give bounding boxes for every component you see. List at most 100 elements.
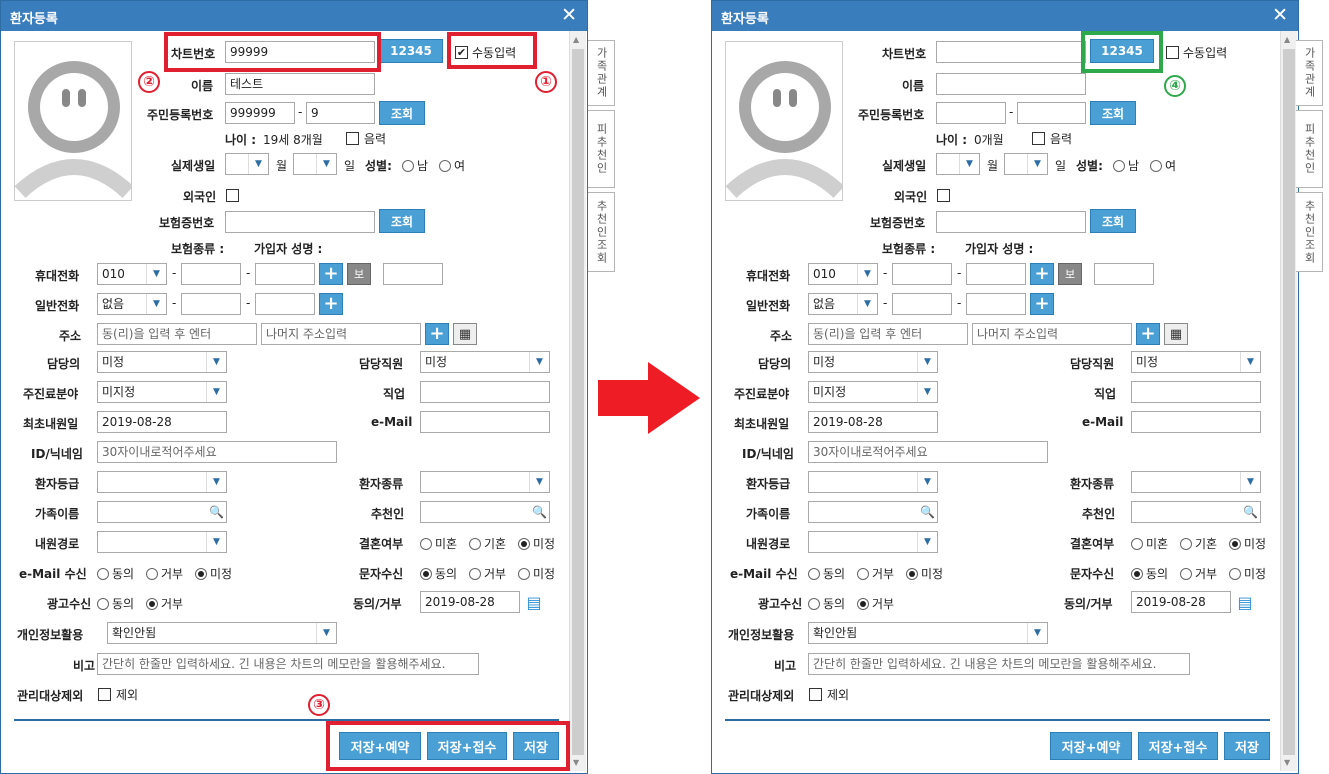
ad-recv-agree-radio[interactable]: 동의 <box>808 595 845 612</box>
rrn-back-input[interactable] <box>1017 102 1086 124</box>
marriage-unmarried-radio[interactable]: 미혼 <box>1131 535 1168 552</box>
patient-type-select[interactable]: ▼ <box>1131 471 1261 493</box>
email-recv-reject-radio[interactable]: 거부 <box>857 565 894 582</box>
mobile-mid-input[interactable] <box>892 263 952 285</box>
tab-referrer-lookup[interactable]: 추천인조회 <box>588 192 615 272</box>
add-mobile-button[interactable]: + <box>319 263 343 285</box>
ad-recv-reject-radio[interactable]: 거부 <box>146 595 183 612</box>
sms-recv-undecided-radio[interactable]: 미정 <box>518 565 555 582</box>
rrn-front-input[interactable]: 999999 <box>225 102 295 124</box>
marriage-undecided-radio[interactable]: 미정 <box>1229 535 1266 552</box>
visit-route-select[interactable]: ▼ <box>808 531 938 553</box>
email-input[interactable] <box>1131 411 1261 433</box>
sms-recv-reject-radio[interactable]: 거부 <box>1180 565 1217 582</box>
birth-month-select[interactable]: ▼ <box>225 153 269 175</box>
privacy-select[interactable]: 확인안됨 ▼ <box>808 622 1048 644</box>
foreigner-checkbox[interactable] <box>226 189 239 202</box>
phone-mid-input[interactable] <box>892 293 952 315</box>
note-input[interactable]: 간단히 한줄만 입력하세요. 긴 내용은 차트의 메모란을 활용해주세요. <box>97 653 479 675</box>
email-recv-agree-radio[interactable]: 동의 <box>97 565 134 582</box>
tab-referee[interactable]: 피추천인 <box>588 110 615 188</box>
phone-mid-input[interactable] <box>181 293 241 315</box>
mobile-extra-input[interactable] <box>1094 263 1154 285</box>
email-recv-agree-radio[interactable]: 동의 <box>808 565 845 582</box>
sms-recv-agree-radio[interactable]: 동의 <box>420 565 457 582</box>
search-icon[interactable]: 🔍 <box>920 504 935 520</box>
address-input[interactable]: 동(리)을 입력 후 엔터 <box>97 323 257 345</box>
patient-type-select[interactable]: ▼ <box>420 471 550 493</box>
rrn-lookup-button[interactable]: 조회 <box>1090 101 1136 125</box>
phone-last-input[interactable] <box>966 293 1026 315</box>
email-recv-reject-radio[interactable]: 거부 <box>146 565 183 582</box>
address-detail-input[interactable]: 나머지 주소입력 <box>261 323 421 345</box>
email-recv-undecided-radio[interactable]: 미정 <box>195 565 232 582</box>
family-name-input[interactable]: 🔍 <box>97 501 227 523</box>
job-input[interactable] <box>1131 381 1261 403</box>
dept-select[interactable]: 미지정 ▼ <box>97 381 227 403</box>
name-input[interactable]: 테스트 <box>225 73 375 95</box>
chart-no-generate-button[interactable]: 12345 <box>379 39 443 63</box>
tab-referee[interactable]: 피추천인 <box>1296 110 1323 188</box>
address-detail-input[interactable]: 나머지 주소입력 <box>972 323 1132 345</box>
email-recv-undecided-radio[interactable]: 미정 <box>906 565 943 582</box>
gender-male-radio[interactable]: 남 <box>1113 157 1139 174</box>
foreigner-checkbox[interactable] <box>937 189 950 202</box>
email-input[interactable] <box>420 411 550 433</box>
marriage-married-radio[interactable]: 기혼 <box>1180 535 1217 552</box>
agree-date-input[interactable]: 2019-08-28 <box>1131 591 1231 613</box>
building-icon[interactable]: ▦ <box>453 323 477 345</box>
doctor-select[interactable]: 미정 ▼ <box>808 351 938 373</box>
ad-recv-agree-radio[interactable]: 동의 <box>97 595 134 612</box>
sms-recv-reject-radio[interactable]: 거부 <box>469 565 506 582</box>
first-visit-input[interactable]: 2019-08-28 <box>808 411 938 433</box>
grade-select[interactable]: ▼ <box>808 471 938 493</box>
add-mobile-button[interactable]: + <box>1030 263 1054 285</box>
gender-female-radio[interactable]: 여 <box>1150 157 1176 174</box>
gender-male-radio[interactable]: 남 <box>402 157 428 174</box>
privacy-select[interactable]: 확인안됨 ▼ <box>107 622 337 644</box>
add-address-button[interactable]: + <box>425 323 449 345</box>
tab-referrer-lookup[interactable]: 추천인조회 <box>1296 192 1323 272</box>
sms-recv-undecided-radio[interactable]: 미정 <box>1229 565 1266 582</box>
calendar-icon[interactable]: ▤ <box>1233 591 1257 613</box>
birth-month-select[interactable]: ▼ <box>936 153 980 175</box>
chart-no-input[interactable] <box>936 41 1086 63</box>
mobile-last-input[interactable] <box>966 263 1026 285</box>
manual-input-checkbox[interactable] <box>1166 46 1179 59</box>
insurance-no-input[interactable] <box>225 211 375 233</box>
save-button[interactable]: 저장 <box>1224 732 1270 760</box>
referrer-input[interactable]: 🔍 <box>420 501 550 523</box>
sms-recv-agree-radio[interactable]: 동의 <box>1131 565 1168 582</box>
dept-select[interactable]: 미지정 ▼ <box>808 381 938 403</box>
ad-recv-reject-radio[interactable]: 거부 <box>857 595 894 612</box>
note-input[interactable]: 간단히 한줄만 입력하세요. 긴 내용은 차트의 메모란을 활용해주세요. <box>808 653 1190 675</box>
marriage-unmarried-radio[interactable]: 미혼 <box>420 535 457 552</box>
insurance-lookup-button[interactable]: 조회 <box>1090 209 1136 233</box>
building-icon[interactable]: ▦ <box>1164 323 1188 345</box>
search-icon[interactable]: 🔍 <box>532 504 547 520</box>
job-input[interactable] <box>420 381 550 403</box>
add-phone-button[interactable]: + <box>1030 293 1054 315</box>
birth-day-select[interactable]: ▼ <box>293 153 337 175</box>
agree-date-input[interactable]: 2019-08-28 <box>420 591 520 613</box>
lunar-checkbox[interactable] <box>1032 132 1045 145</box>
phone-prefix-select[interactable]: 없음 ▼ <box>808 293 878 315</box>
insurance-lookup-button[interactable]: 조회 <box>379 209 425 233</box>
scrollbar[interactable]: ▲ ▼ <box>1280 31 1297 771</box>
add-phone-button[interactable]: + <box>319 293 343 315</box>
mobile-bo-button[interactable]: 보 <box>347 263 371 285</box>
tab-family-relation[interactable]: 가족관계 <box>588 40 615 106</box>
add-address-button[interactable]: + <box>1136 323 1160 345</box>
phone-last-input[interactable] <box>255 293 315 315</box>
insurance-no-input[interactable] <box>936 211 1086 233</box>
save-reserve-button[interactable]: 저장+예약 <box>1050 732 1132 760</box>
mobile-prefix-select[interactable]: 010 ▼ <box>808 263 878 285</box>
mobile-prefix-select[interactable]: 010 ▼ <box>97 263 167 285</box>
staff-select[interactable]: 미정 ▼ <box>1131 351 1261 373</box>
grade-select[interactable]: ▼ <box>97 471 227 493</box>
rrn-lookup-button[interactable]: 조회 <box>379 101 425 125</box>
phone-prefix-select[interactable]: 없음 ▼ <box>97 293 167 315</box>
mobile-extra-input[interactable] <box>383 263 443 285</box>
close-icon[interactable]: ✕ <box>561 4 577 26</box>
doctor-select[interactable]: 미정 ▼ <box>97 351 227 373</box>
